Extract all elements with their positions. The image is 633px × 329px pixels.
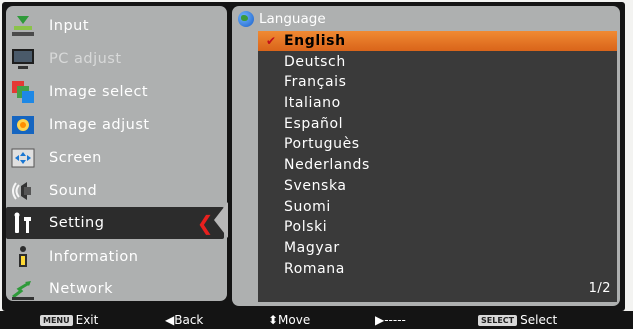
checkmark-icon: ✔ [266, 34, 277, 48]
menu-key-icon: MENU [40, 315, 73, 326]
footer-exit[interactable]: MENU Exit [40, 311, 98, 329]
menu-item-label: Information [49, 249, 139, 265]
screen-icon [11, 146, 35, 170]
network-icon [11, 277, 35, 301]
input-icon [11, 14, 35, 38]
menu-item-pc-adjust[interactable]: PC adjust [6, 43, 227, 75]
footer-bar: MENU Exit ◀Back ⬍Move ▶----- SELECT Select [0, 311, 633, 329]
language-item[interactable]: Svenska [258, 176, 617, 196]
panel-title-label: Language [259, 11, 326, 27]
language-item[interactable]: Romana [258, 259, 617, 279]
chevron-left-icon: ❮ [196, 211, 214, 235]
submenu-pointer [214, 202, 228, 238]
language-item[interactable]: Magyar [258, 238, 617, 258]
menu-item-label: Image adjust [49, 117, 150, 133]
image-adjust-icon [11, 113, 35, 137]
menu-item-label: Network [49, 281, 114, 297]
language-label: Français [284, 74, 347, 90]
setting-icon [11, 211, 35, 235]
globe-icon [238, 11, 254, 27]
menu-item-image-select[interactable]: Image select [6, 76, 227, 108]
language-item[interactable]: Polski [258, 217, 617, 237]
footer-select[interactable]: SELECT Select [478, 311, 557, 329]
language-label: Magyar [284, 240, 340, 256]
language-item[interactable]: Portuguès [258, 134, 617, 154]
menu-item-label: Image select [49, 84, 149, 100]
menu-item-screen[interactable]: Screen [6, 142, 227, 174]
menu-item-sound[interactable]: Sound [6, 175, 227, 207]
language-label: Español [284, 116, 344, 132]
language-label: Deutsch [284, 54, 346, 70]
language-item[interactable]: Deutsch [258, 52, 617, 72]
language-panel: Language ✔ English Deutsch Français Ital… [232, 6, 620, 306]
menu-item-label: Setting [49, 215, 105, 231]
language-item[interactable]: Español [258, 114, 617, 134]
menu-item-information[interactable]: Information [6, 241, 227, 273]
language-label: Nederlands [284, 157, 370, 173]
language-label: Polski [284, 219, 328, 235]
menu-item-setting[interactable]: Setting ❮ [6, 207, 224, 239]
information-icon [11, 245, 35, 269]
language-item[interactable]: Français [258, 72, 617, 92]
menu-item-label: PC adjust [49, 51, 122, 67]
select-key-icon: SELECT [478, 315, 518, 326]
language-label: Suomi [284, 199, 331, 215]
menu-item-label: Input [49, 18, 90, 34]
menu-item-label: Screen [49, 150, 102, 166]
language-item[interactable]: Italiano [258, 93, 617, 113]
language-label: Svenska [284, 178, 347, 194]
language-label: Portuguès [284, 136, 360, 152]
footer-exit-label: Exit [75, 313, 99, 327]
menu-item-image-adjust[interactable]: Image adjust [6, 109, 227, 141]
image-select-icon [11, 80, 35, 104]
footer-next: ▶----- [375, 313, 406, 327]
footer-select-label: Select [520, 313, 558, 327]
language-item[interactable]: Nederlands [258, 155, 617, 175]
pc-adjust-icon [11, 47, 35, 71]
language-item[interactable]: Suomi [258, 197, 617, 217]
language-label: Romana [284, 261, 345, 277]
menu-item-label: Sound [49, 183, 98, 199]
panel-title: Language [238, 9, 326, 29]
menu-item-network[interactable]: Network [6, 273, 227, 305]
language-list: ✔ English Deutsch Français Italiano Espa… [258, 31, 617, 302]
footer-move[interactable]: ⬍Move [268, 311, 310, 329]
language-item-english[interactable]: ✔ English [258, 31, 617, 51]
page-indicator: 1/2 [588, 281, 611, 296]
sound-icon [11, 179, 35, 203]
language-label: Italiano [284, 95, 341, 111]
footer-back[interactable]: ◀Back [165, 311, 203, 329]
menu-item-input[interactable]: Input [6, 10, 227, 42]
language-label: English [284, 33, 346, 49]
main-menu: Input PC adjust Image select Image adjus… [6, 6, 227, 301]
